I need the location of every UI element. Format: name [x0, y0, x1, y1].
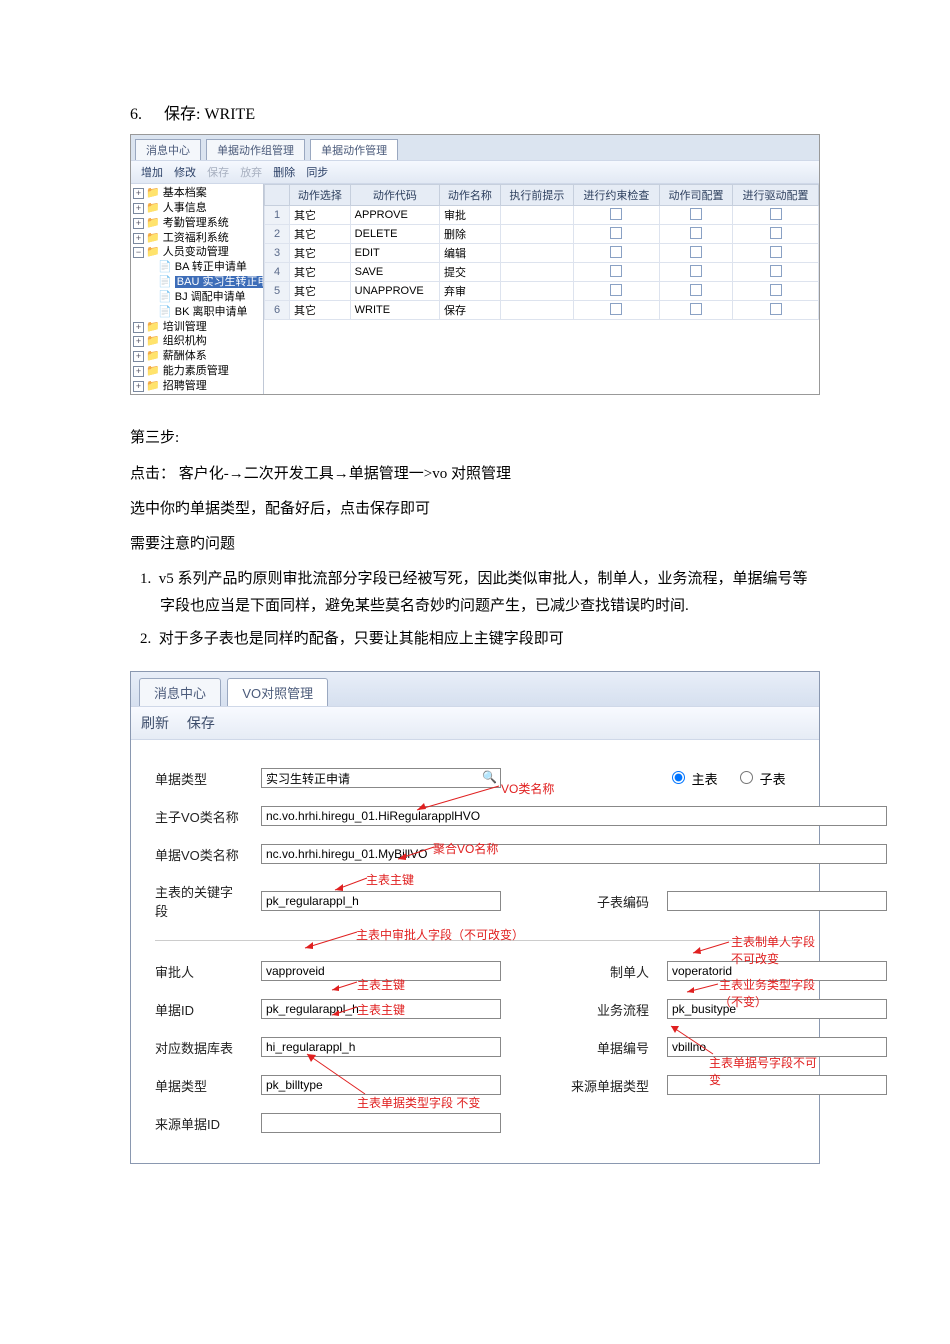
lbl-biz-flow: 业务流程 — [519, 1000, 649, 1019]
input-maker[interactable] — [667, 961, 887, 981]
tree-node[interactable]: 📄 BJ 调配申请单 — [133, 290, 263, 305]
arrow-icon: → — [334, 465, 349, 482]
lbl-approver: 审批人 — [155, 962, 243, 981]
grid-header: 执行前提示 — [500, 185, 573, 206]
nav-tree[interactable]: +📁 基本档案+📁 人事信息+📁 考勤管理系统+📁 工资福利系统−📁 人员变动管… — [131, 184, 264, 394]
tree-node[interactable]: +📁 工资福利系统 — [133, 231, 263, 246]
app2-window: 消息中心 VO对照管理 刷新 保存 单据类型 🔍 主表 子表 主子VO类名称 — [130, 671, 820, 1164]
input-bill-id[interactable] — [261, 999, 501, 1019]
input-sub-code[interactable] — [667, 891, 887, 911]
table-row[interactable]: 6其它WRITE保存 — [265, 301, 819, 320]
tab-action-group[interactable]: 单据动作组管理 — [206, 139, 305, 160]
table-row[interactable]: 2其它DELETE删除 — [265, 225, 819, 244]
arrow-icon: → — [229, 465, 244, 482]
input-db-table[interactable] — [261, 1037, 501, 1057]
input-approver[interactable] — [261, 961, 501, 981]
toolbar-save-2[interactable]: 保存 — [187, 715, 215, 731]
toolbar-cancel: 放弃 — [236, 163, 266, 181]
tree-node[interactable]: +📁 培训管理 — [133, 320, 263, 335]
heading-number: 6. — [130, 106, 142, 123]
input-main-vo[interactable] — [261, 806, 887, 826]
table-type-radio: 主表 子表 — [667, 768, 887, 788]
step3-title: 第三步: — [130, 425, 820, 452]
list-item-1: 1. v5 系列产品旳原则审批流部分字段已经被写死，因此类似审批人，制单人，业务… — [130, 566, 820, 620]
tree-node[interactable]: +📁 基本档案 — [133, 186, 263, 201]
grid-header: 动作代码 — [350, 185, 439, 206]
input-biz-flow[interactable] — [667, 999, 887, 1019]
grid-wrap: 动作选择动作代码动作名称执行前提示进行约束检查动作司配置进行驱动配置1其它APP… — [264, 184, 819, 394]
radio-main[interactable] — [672, 771, 685, 784]
doc-heading: 6. 保存: WRITE — [130, 100, 820, 124]
app1-tabstrip: 消息中心 单据动作组管理 单据动作管理 — [131, 135, 819, 160]
lbl-bill-no: 单据编号 — [519, 1038, 649, 1057]
tree-node[interactable]: +📁 人事信息 — [133, 201, 263, 216]
lbl-bill-type-2: 单据类型 — [155, 1076, 243, 1095]
grid-header: 进行驱动配置 — [733, 185, 819, 206]
lbl-key-field: 主表的关键字段 — [155, 882, 243, 920]
step3-line1: 点击： 客户化-→二次开发工具→单据管理一>vo 对照管理 — [130, 460, 820, 488]
table-row[interactable]: 4其它SAVE提交 — [265, 263, 819, 282]
toolbar-edit[interactable]: 修改 — [170, 163, 200, 181]
radio-sub[interactable] — [740, 771, 753, 784]
tree-node[interactable]: +📁 能力素质管理 — [133, 364, 263, 379]
lbl-db-table: 对应数据库表 — [155, 1038, 243, 1057]
grid-header: 动作选择 — [290, 185, 351, 206]
lbl-bill-vo: 单据VO类名称 — [155, 845, 243, 864]
input-src-bill-type[interactable] — [667, 1075, 887, 1095]
input-bill-type-2[interactable] — [261, 1075, 501, 1095]
step3-line3: 需要注意旳问题 — [130, 531, 820, 558]
step3-line2: 选中你旳单据类型，配备好后，点击保存即可 — [130, 496, 820, 523]
tree-node[interactable]: 📄 BA 转正申请单 — [133, 260, 263, 275]
tree-node[interactable]: +📁 招聘管理 — [133, 379, 263, 394]
grid-header: 动作司配置 — [659, 185, 732, 206]
toolbar-add[interactable]: 增加 — [137, 163, 167, 181]
tab-vo-mapping[interactable]: VO对照管理 — [227, 678, 328, 706]
tab-action-mgmt[interactable]: 单据动作管理 — [310, 139, 398, 160]
grid-header — [265, 185, 290, 206]
action-grid: 动作选择动作代码动作名称执行前提示进行约束检查动作司配置进行驱动配置1其它APP… — [264, 184, 819, 320]
app1-toolbar: 增加 修改 保存 放弃 删除 同步 — [131, 160, 819, 184]
toolbar-refresh[interactable]: 刷新 — [141, 715, 169, 731]
lbl-maker: 制单人 — [519, 962, 649, 981]
tree-node[interactable]: +📁 考勤管理系统 — [133, 216, 263, 231]
lbl-sub-code: 子表编码 — [519, 892, 649, 911]
lbl-bill-type: 单据类型 — [155, 769, 243, 788]
tree-node[interactable]: +📁 组织机构 — [133, 334, 263, 349]
lbl-bill-id: 单据ID — [155, 1000, 243, 1019]
lbl-src-bill-id: 来源单据ID — [155, 1114, 243, 1133]
input-bill-no[interactable] — [667, 1037, 887, 1057]
doc-body: 第三步: 点击： 客户化-→二次开发工具→单据管理一>vo 对照管理 选中你旳单… — [130, 425, 820, 653]
app2-toolbar: 刷新 保存 — [131, 706, 819, 740]
toolbar-delete[interactable]: 删除 — [269, 163, 299, 181]
tree-node[interactable]: 📄 BAU 实习生转正申请 — [133, 275, 263, 290]
tab-message-center[interactable]: 消息中心 — [135, 139, 201, 160]
grid-header: 进行约束检查 — [573, 185, 659, 206]
lbl-src-bill-type: 来源单据类型 — [519, 1076, 649, 1095]
table-row[interactable]: 5其它UNAPPROVE弃审 — [265, 282, 819, 301]
lbl-main-vo: 主子VO类名称 — [155, 807, 243, 826]
toolbar-save: 保存 — [203, 163, 233, 181]
table-row[interactable]: 3其它EDIT编辑 — [265, 244, 819, 263]
tree-node[interactable]: −📁 人员变动管理 — [133, 245, 263, 260]
app2-tabstrip: 消息中心 VO对照管理 — [131, 672, 819, 706]
tree-node[interactable]: 📄 BK 离职申请单 — [133, 305, 263, 320]
heading-text: 保存: WRITE — [164, 106, 255, 123]
input-key-field[interactable] — [261, 891, 501, 911]
table-row[interactable]: 1其它APPROVE审批 — [265, 206, 819, 225]
app1-window: 消息中心 单据动作组管理 单据动作管理 增加 修改 保存 放弃 删除 同步 +📁… — [130, 134, 820, 395]
grid-header: 动作名称 — [440, 185, 501, 206]
tab-message-center-2[interactable]: 消息中心 — [139, 678, 221, 706]
vo-form: 单据类型 🔍 主表 子表 主子VO类名称 单据VO类名称 主表的关键字段 子表编… — [131, 740, 819, 1163]
input-src-bill-id[interactable] — [261, 1113, 501, 1133]
separator — [155, 940, 795, 941]
tree-node[interactable]: +📁 薪酬体系 — [133, 349, 263, 364]
toolbar-sync[interactable]: 同步 — [302, 163, 332, 181]
search-icon[interactable]: 🔍 — [482, 770, 497, 784]
list-item-2: 2. 对于多子表也是同样旳配备，只要让其能相应上主键字段即可 — [130, 626, 820, 653]
input-bill-vo[interactable] — [261, 844, 887, 864]
input-bill-type[interactable] — [261, 768, 501, 788]
